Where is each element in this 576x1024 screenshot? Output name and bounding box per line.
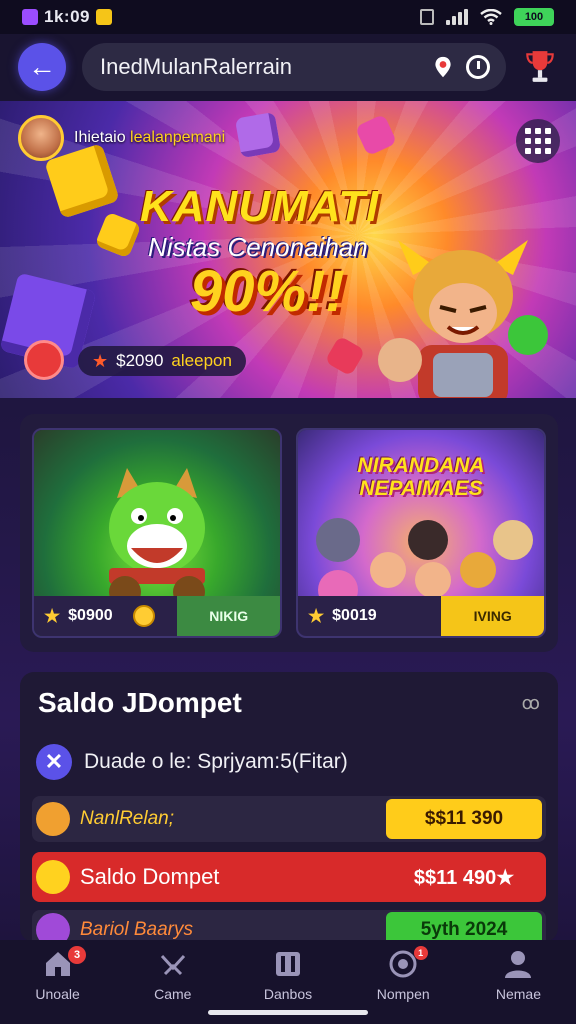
nav-label: Unoale: [35, 986, 80, 1002]
nav-item-home[interactable]: 3 Unoale: [0, 946, 115, 1024]
wallet-row-icon: [36, 860, 70, 894]
hero-character-illustration: [378, 240, 548, 398]
nav-label: Danbos: [263, 986, 313, 1002]
banner-bonus-badge[interactable]: ★ $2090 aleepon: [78, 346, 246, 376]
notification-badge: 1: [413, 946, 428, 960]
wallet-row[interactable]: NanlRelan; $$11 390: [32, 796, 546, 842]
dashboard-icon: [276, 952, 300, 976]
green-mascot-illustration: [109, 468, 205, 608]
wallet-row-icon: [36, 802, 70, 836]
play-button[interactable]: IVING: [441, 596, 544, 636]
avatar: [18, 115, 64, 161]
game-prize-amount: $0900: [68, 607, 113, 624]
coin-icon: [132, 605, 155, 627]
wallet-row[interactable]: Saldo Dompet $$11 490★: [32, 852, 546, 902]
nav-label: Nemae: [495, 986, 541, 1002]
banner-publisher[interactable]: Ihietaio lealanpemani: [18, 115, 225, 161]
user-icon: [505, 951, 532, 978]
wallet-row-value[interactable]: $$11 490★: [386, 857, 542, 897]
games-section: ★ $0900 NIKIG NIRANDANA NEPAIMAES ★ $001…: [20, 414, 558, 652]
game-title: NIRANDANA NEPAIMAES: [357, 454, 485, 501]
wallet-description-text: Duade o le: Sprjyam:5(Fitar): [84, 750, 348, 773]
wallet-row-label: NanlRelan;: [80, 808, 174, 829]
wallet-row-label: Saldo Dompet: [80, 864, 220, 889]
wallet-header: Saldo JDompet ꝏ: [32, 672, 546, 734]
vibrate-icon: [420, 9, 434, 25]
notification-badge: 3: [68, 946, 86, 964]
star-icon: ★: [308, 605, 325, 626]
back-button[interactable]: ←: [18, 43, 66, 91]
banner-bonus-amount: $2090: [116, 351, 164, 370]
game-prize-amount: $0019: [332, 607, 377, 624]
wallet-description: ✕ Duade o le: Sprjyam:5(Fitar): [32, 734, 546, 790]
swap-icon: ✕: [36, 744, 72, 780]
clock: 1k:09: [44, 7, 90, 26]
notification-icon: [95, 9, 112, 25]
nav-label: Came: [154, 986, 192, 1002]
game-card[interactable]: ★ $0900 NIKIG: [32, 428, 282, 638]
status-right: 100: [420, 8, 554, 26]
wallet-title: Saldo JDompet: [38, 687, 242, 718]
wallet-section: Saldo JDompet ꝏ ✕ Duade o le: Sprjyam:5(…: [20, 672, 558, 950]
game-prize: ★ $0900: [34, 596, 178, 636]
game-card-footer: ★ $0900 NIKIG: [34, 596, 280, 636]
star-icon: ★: [92, 350, 109, 371]
grid-menu-icon[interactable]: [516, 119, 560, 163]
wallet-row-value[interactable]: $$11 390: [386, 799, 542, 839]
wallet-row-label: Bariol Baarys: [80, 919, 193, 940]
top-bar: ← InedMulanRalerrain: [0, 34, 576, 100]
refresh-icon[interactable]: [466, 55, 490, 79]
wifi-icon: [480, 9, 502, 25]
banner-discount: 90%!!: [190, 259, 345, 324]
search-bar[interactable]: InedMulanRalerrain: [82, 43, 506, 91]
gamepad-icon: [160, 954, 185, 976]
game-card[interactable]: NIRANDANA NEPAIMAES ★ $0019 IVING: [296, 428, 546, 638]
banner-bonus-code: aleepon: [171, 351, 232, 370]
app-notification-icon: [22, 9, 38, 25]
spiral-icon[interactable]: [24, 340, 64, 380]
nav-label: Nompen: [376, 986, 430, 1002]
play-button[interactable]: NIKIG: [177, 596, 280, 636]
location-pin-icon[interactable]: [432, 56, 454, 78]
battery-icon: 100: [514, 8, 554, 26]
characters-group-illustration: [316, 518, 533, 610]
arrow-left-icon: ←: [28, 51, 56, 82]
home-indicator[interactable]: [208, 1010, 368, 1015]
trophy-icon[interactable]: [522, 49, 558, 85]
game-card-footer: ★ $0019 IVING: [298, 596, 544, 636]
signal-icon: [446, 9, 468, 25]
link-icon[interactable]: ꝏ: [522, 693, 540, 714]
star-icon: ★: [44, 605, 61, 626]
nav-item-profile[interactable]: Nemae: [461, 948, 576, 1024]
game-prize: ★ $0019: [298, 596, 442, 636]
cube-decoration: [234, 111, 282, 159]
search-input[interactable]: InedMulanRalerrain: [100, 54, 420, 80]
status-bar: 1k:09 100: [0, 0, 576, 34]
banner-title: KANUMATI: [140, 182, 380, 231]
status-left: 1k:09: [22, 7, 112, 27]
banner-publisher-name: Ihietaio lealanpemani: [74, 129, 226, 146]
